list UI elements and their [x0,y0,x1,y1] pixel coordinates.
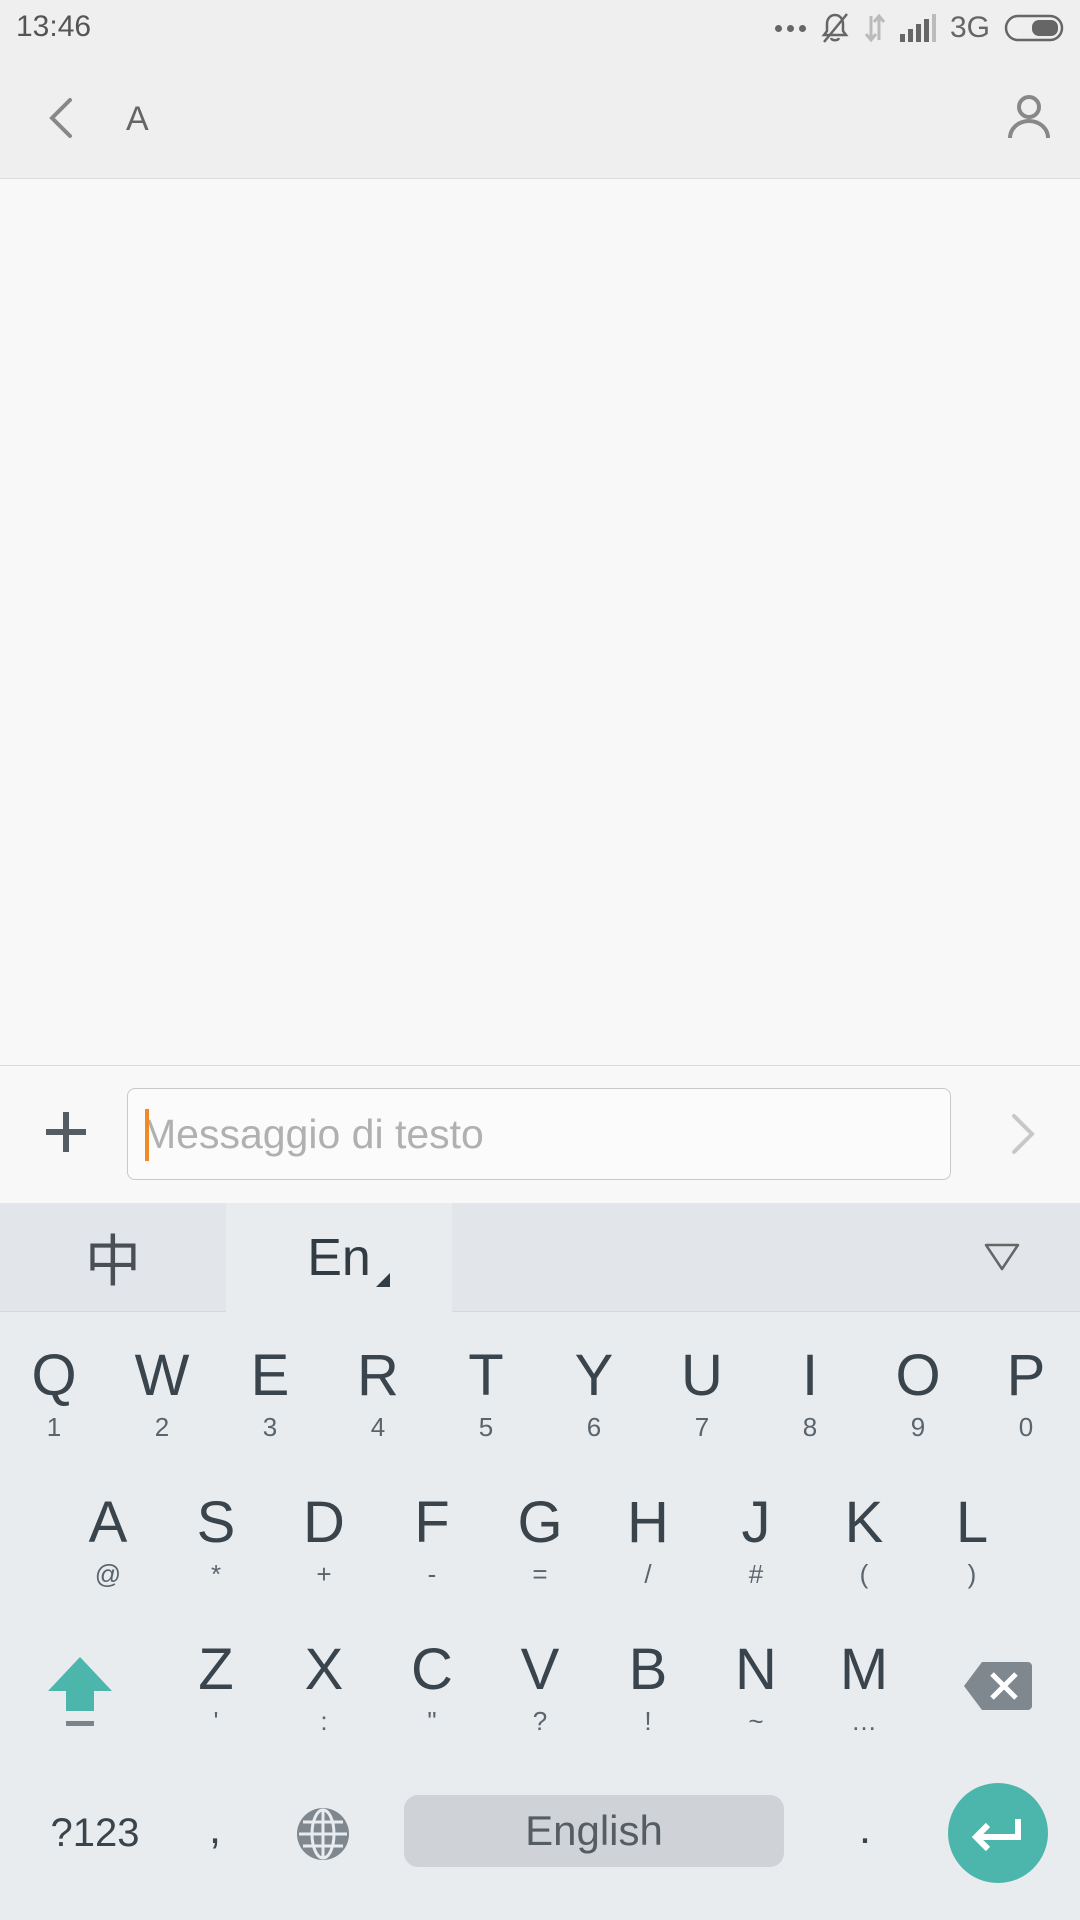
attach-plus-icon[interactable] [38,1104,94,1160]
space-bar-label: English [525,1807,663,1854]
key-c[interactable]: C " [378,1638,486,1778]
key-h[interactable]: H / [594,1491,702,1631]
key-z[interactable]: Z ' [162,1638,270,1778]
key-y[interactable]: Y6 [540,1344,648,1484]
message-input[interactable] [142,1099,932,1169]
key-r[interactable]: R4 [324,1344,432,1484]
key-m[interactable]: M… [810,1638,918,1778]
key-d[interactable]: D + [270,1491,378,1631]
key-p[interactable]: P0 [972,1344,1080,1484]
key-e[interactable]: E3 [216,1344,324,1484]
conversation-title: A [126,100,149,138]
key-n[interactable]: N ~ [702,1638,810,1778]
more-notifications-icon [774,24,806,32]
shift-arrow-icon[interactable] [44,1651,116,1731]
symbols-key[interactable]: ?123 [30,1803,160,1863]
key-l[interactable]: L) [918,1491,1026,1631]
enter-key[interactable] [948,1783,1048,1883]
bell-muted-icon [821,13,849,43]
contact-person-icon[interactable] [1004,92,1054,142]
key-v[interactable]: V? [486,1638,594,1778]
period-key[interactable]: . [830,1799,900,1859]
conversation-header: A [0,56,1080,179]
key-b[interactable]: B! [594,1638,702,1778]
status-time: 13:46 [16,10,92,43]
language-tab-chinese[interactable]: 中 [0,1203,226,1311]
key-s[interactable]: S * [162,1491,270,1631]
status-icons: 3G [774,10,1066,46]
key-i[interactable]: I8 [756,1344,864,1484]
space-bar[interactable]: English [404,1795,784,1867]
collapse-keyboard-icon[interactable] [982,1239,1022,1275]
enter-return-icon [971,1819,1021,1852]
key-j[interactable]: J # [702,1491,810,1631]
key-o[interactable]: O9 [864,1344,972,1484]
backspace-icon[interactable] [962,1658,1034,1714]
send-arrow-icon[interactable] [994,1102,1050,1166]
data-arrows-icon [864,13,886,43]
keyboard-language-bar: 中 En [0,1203,1080,1312]
key-k[interactable]: K( [810,1491,918,1631]
message-input-box[interactable] [127,1088,951,1180]
status-bar: 13:46 3G [0,0,1080,56]
message-thread-area [0,179,1080,1065]
globe-icon[interactable] [294,1805,352,1863]
compose-bar [0,1065,1080,1204]
key-x[interactable]: X: [270,1638,378,1778]
key-g[interactable]: G = [486,1491,594,1631]
soft-keyboard: 中 En Q1 W2 E3 R4 T5 Y6 U7 I8 O9 P0 A @ S *… [0,1203,1080,1920]
signal-icon [899,14,936,42]
back-arrow-icon[interactable] [34,90,90,146]
key-u[interactable]: U7 [648,1344,756,1484]
battery-icon [1004,14,1064,42]
corner-triangle-icon [376,1273,390,1287]
comma-key[interactable]: , [180,1799,250,1859]
key-a[interactable]: A @ [54,1491,162,1631]
key-q[interactable]: Q1 [0,1344,108,1484]
key-f[interactable]: F- [378,1491,486,1631]
key-t[interactable]: T5 [432,1344,540,1484]
text-caret [145,1109,149,1161]
language-tab-english-label: En [307,1228,371,1287]
key-w[interactable]: W2 [108,1344,216,1484]
language-tab-english[interactable]: En [226,1203,452,1312]
network-type: 3G [949,11,990,44]
